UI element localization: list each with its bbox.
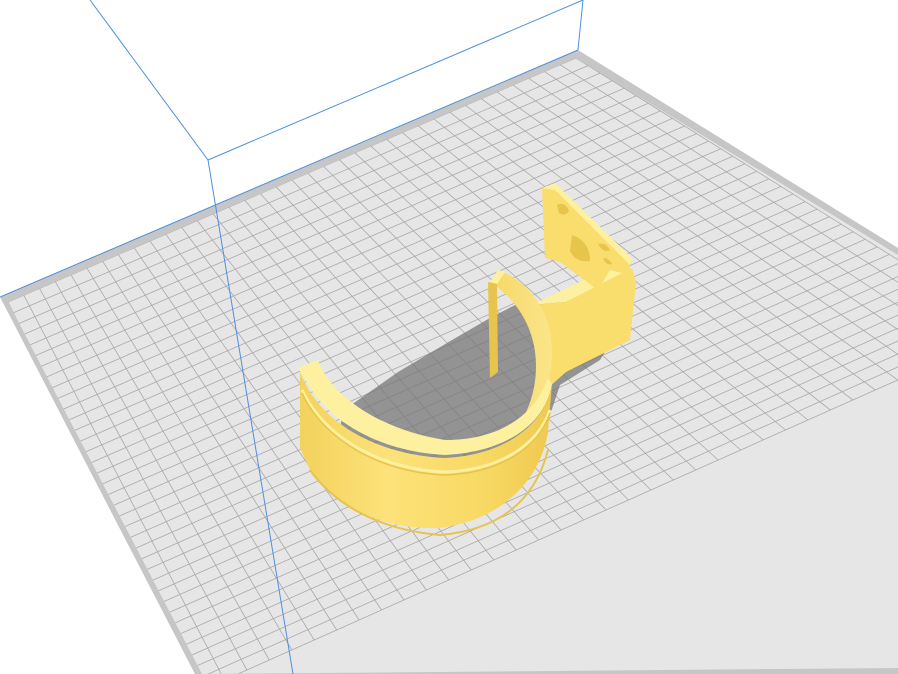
build-volume-edge <box>577 0 584 51</box>
3d-viewport[interactable] <box>0 0 898 674</box>
scene-canvas[interactable] <box>0 0 898 674</box>
build-volume-edge <box>89 0 209 161</box>
